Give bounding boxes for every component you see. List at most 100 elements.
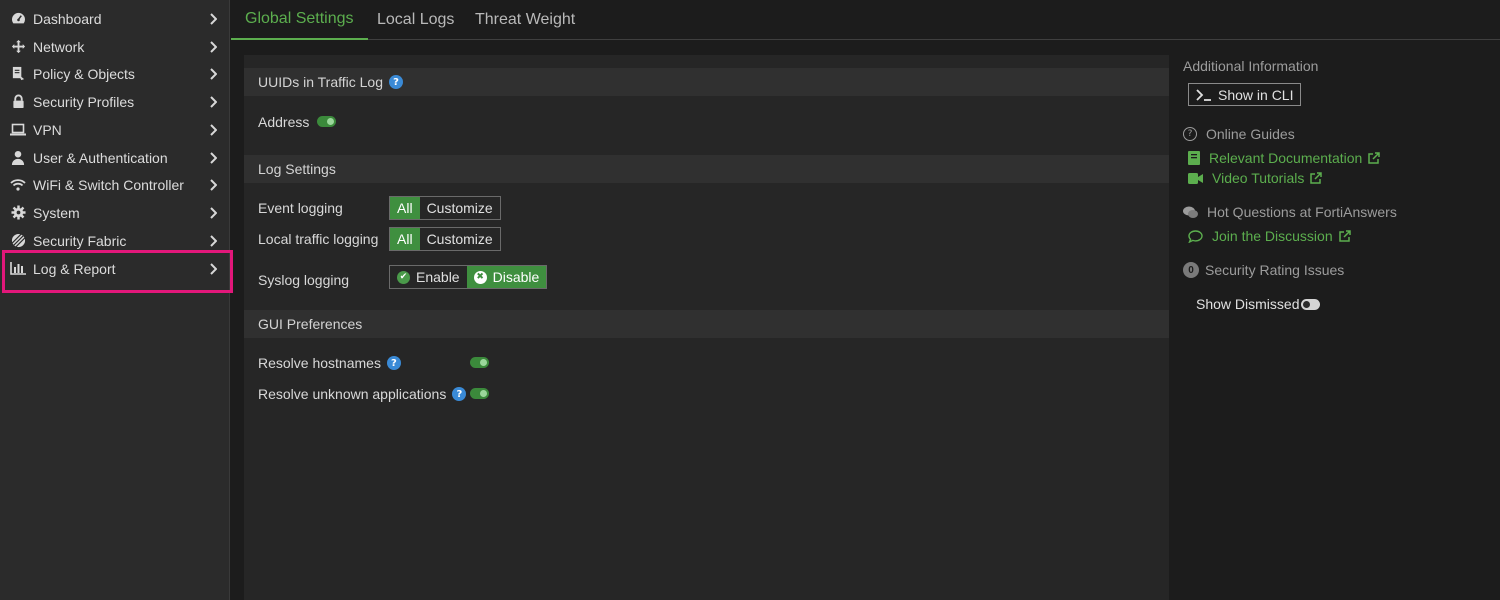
- x-circle-icon: ✖: [473, 270, 487, 284]
- comments-icon: [1183, 206, 1198, 219]
- check-circle-icon: ✔: [397, 270, 410, 284]
- relevant-documentation-link[interactable]: Relevant Documentation: [1188, 150, 1381, 166]
- sidebar-item-label: User & Authentication: [33, 149, 168, 166]
- sidebar-item-wifi-switch[interactable]: WiFi & Switch Controller: [0, 171, 230, 198]
- sidebar-item-label: Dashboard: [33, 10, 102, 27]
- sidebar-item-user-authentication[interactable]: User & Authentication: [0, 144, 230, 171]
- external-link-icon: [1368, 152, 1381, 164]
- tab-local-logs[interactable]: Local Logs: [377, 0, 454, 40]
- additional-info-heading: Additional Information: [1183, 58, 1319, 74]
- section-log-settings: Log Settings: [244, 155, 1169, 183]
- dashboard-icon: [9, 11, 27, 27]
- security-rating-heading: 0 Security Rating Issues: [1183, 262, 1344, 278]
- wifi-icon: [9, 177, 27, 193]
- sidebar: Dashboard Network Policy & Objects Secur…: [0, 0, 230, 600]
- join-discussion-label: Join the Discussion: [1212, 228, 1333, 244]
- local-all-option[interactable]: All: [390, 228, 420, 250]
- sidebar-item-label: System: [33, 204, 80, 221]
- network-icon: [9, 39, 27, 55]
- local-customize-option[interactable]: Customize: [419, 228, 500, 250]
- show-in-cli-button[interactable]: Show in CLI: [1188, 83, 1302, 106]
- section-title: Log Settings: [258, 161, 336, 177]
- chevron-right-icon: [206, 178, 220, 191]
- hot-questions-label: Hot Questions at FortiAnswers: [1207, 204, 1397, 220]
- chevron-right-icon: [206, 123, 220, 136]
- event-logging-label: Event logging: [258, 200, 343, 216]
- resolve-apps-toggle[interactable]: [470, 388, 489, 399]
- sidebar-item-network[interactable]: Network: [0, 33, 230, 60]
- resolve-hostnames-toggle[interactable]: [470, 357, 489, 368]
- event-logging-selector: All Customize: [389, 196, 501, 220]
- address-label: Address: [258, 114, 310, 130]
- help-icon[interactable]: ?: [386, 356, 401, 370]
- chevron-right-icon: [206, 12, 220, 25]
- bar-chart-icon: [9, 261, 27, 277]
- sidebar-item-security-profiles[interactable]: Security Profiles: [0, 88, 230, 115]
- sidebar-item-label: Security Profiles: [33, 93, 135, 110]
- tab-threat-weight[interactable]: Threat Weight: [475, 0, 575, 40]
- security-rating-label: Security Rating Issues: [1205, 262, 1345, 278]
- sidebar-item-policy-objects[interactable]: Policy & Objects: [0, 60, 230, 87]
- gear-icon: [9, 205, 27, 221]
- chevron-right-icon: [206, 95, 220, 108]
- settings-panel: UUIDs in Traffic Log ? Address Log Setti…: [244, 55, 1169, 600]
- syslog-disable-option[interactable]: ✖ Disable: [466, 266, 547, 288]
- chevron-right-icon: [206, 206, 220, 219]
- online-guides-label: Online Guides: [1206, 126, 1295, 142]
- laptop-icon: [9, 122, 27, 138]
- security-count-badge: 0: [1183, 262, 1199, 278]
- info-panel: Additional Information Show in CLI ? Onl…: [1170, 40, 1500, 600]
- online-guides-heading: ? Online Guides: [1183, 126, 1295, 142]
- disable-label: Disable: [492, 269, 540, 285]
- local-traffic-logging-label: Local traffic logging: [258, 231, 379, 247]
- event-all-option[interactable]: All: [390, 197, 420, 219]
- fabric-icon: [9, 233, 27, 249]
- user-icon: [9, 150, 27, 166]
- sidebar-item-label: VPN: [33, 121, 62, 138]
- resolve-hostnames-row: Resolve hostnames ?: [258, 355, 401, 371]
- comment-icon: [1188, 229, 1203, 243]
- enable-label: Enable: [416, 269, 460, 285]
- sidebar-item-vpn[interactable]: VPN: [0, 116, 230, 143]
- video-tutorials-label: Video Tutorials: [1212, 170, 1305, 186]
- chevron-right-icon: [206, 151, 220, 164]
- sidebar-item-label: Network: [33, 38, 85, 55]
- section-title: GUI Preferences: [258, 316, 363, 332]
- local-traffic-selector: All Customize: [389, 227, 501, 251]
- section-uuids: UUIDs in Traffic Log ?: [244, 68, 1169, 96]
- video-icon: [1188, 172, 1203, 184]
- show-dismissed-toggle[interactable]: [1301, 299, 1320, 310]
- video-tutorials-link[interactable]: Video Tutorials: [1188, 170, 1323, 186]
- event-customize-option[interactable]: Customize: [419, 197, 500, 219]
- show-dismissed-label: Show Dismissed: [1196, 296, 1300, 312]
- chevron-right-icon: [206, 40, 220, 53]
- policy-icon: [9, 66, 27, 82]
- sidebar-item-dashboard[interactable]: Dashboard: [0, 5, 230, 32]
- chevron-right-icon: [206, 234, 220, 247]
- address-toggle[interactable]: [317, 116, 336, 127]
- lock-icon: [9, 94, 27, 110]
- syslog-selector: ✔ Enable ✖ Disable: [389, 265, 548, 289]
- syslog-enable-option[interactable]: ✔ Enable: [390, 266, 467, 288]
- help-icon[interactable]: ?: [452, 387, 467, 401]
- join-discussion-link[interactable]: Join the Discussion: [1188, 228, 1351, 244]
- sidebar-item-security-fabric[interactable]: Security Fabric: [0, 227, 230, 254]
- tab-bar: Global Settings Local Logs Threat Weight: [231, 0, 1500, 40]
- sidebar-item-log-report[interactable]: Log & Report: [0, 255, 230, 282]
- section-gui-preferences: GUI Preferences: [244, 310, 1169, 338]
- question-circle-icon: ?: [1183, 127, 1197, 141]
- book-icon: [1188, 151, 1200, 165]
- external-link-icon: [1338, 230, 1351, 242]
- tab-global-settings[interactable]: Global Settings: [231, 0, 368, 40]
- sidebar-item-label: Security Fabric: [33, 232, 127, 249]
- sidebar-item-system[interactable]: System: [0, 199, 230, 226]
- resolve-apps-label: Resolve unknown applications: [258, 386, 447, 402]
- terminal-icon: [1196, 88, 1212, 101]
- syslog-logging-label: Syslog logging: [258, 272, 350, 288]
- sidebar-item-label: Log & Report: [33, 260, 116, 277]
- hot-questions-heading: Hot Questions at FortiAnswers: [1183, 204, 1397, 220]
- show-in-cli-label: Show in CLI: [1218, 86, 1294, 103]
- relevant-documentation-label: Relevant Documentation: [1209, 150, 1363, 166]
- sidebar-item-label: Policy & Objects: [33, 65, 135, 82]
- help-icon[interactable]: ?: [389, 75, 404, 89]
